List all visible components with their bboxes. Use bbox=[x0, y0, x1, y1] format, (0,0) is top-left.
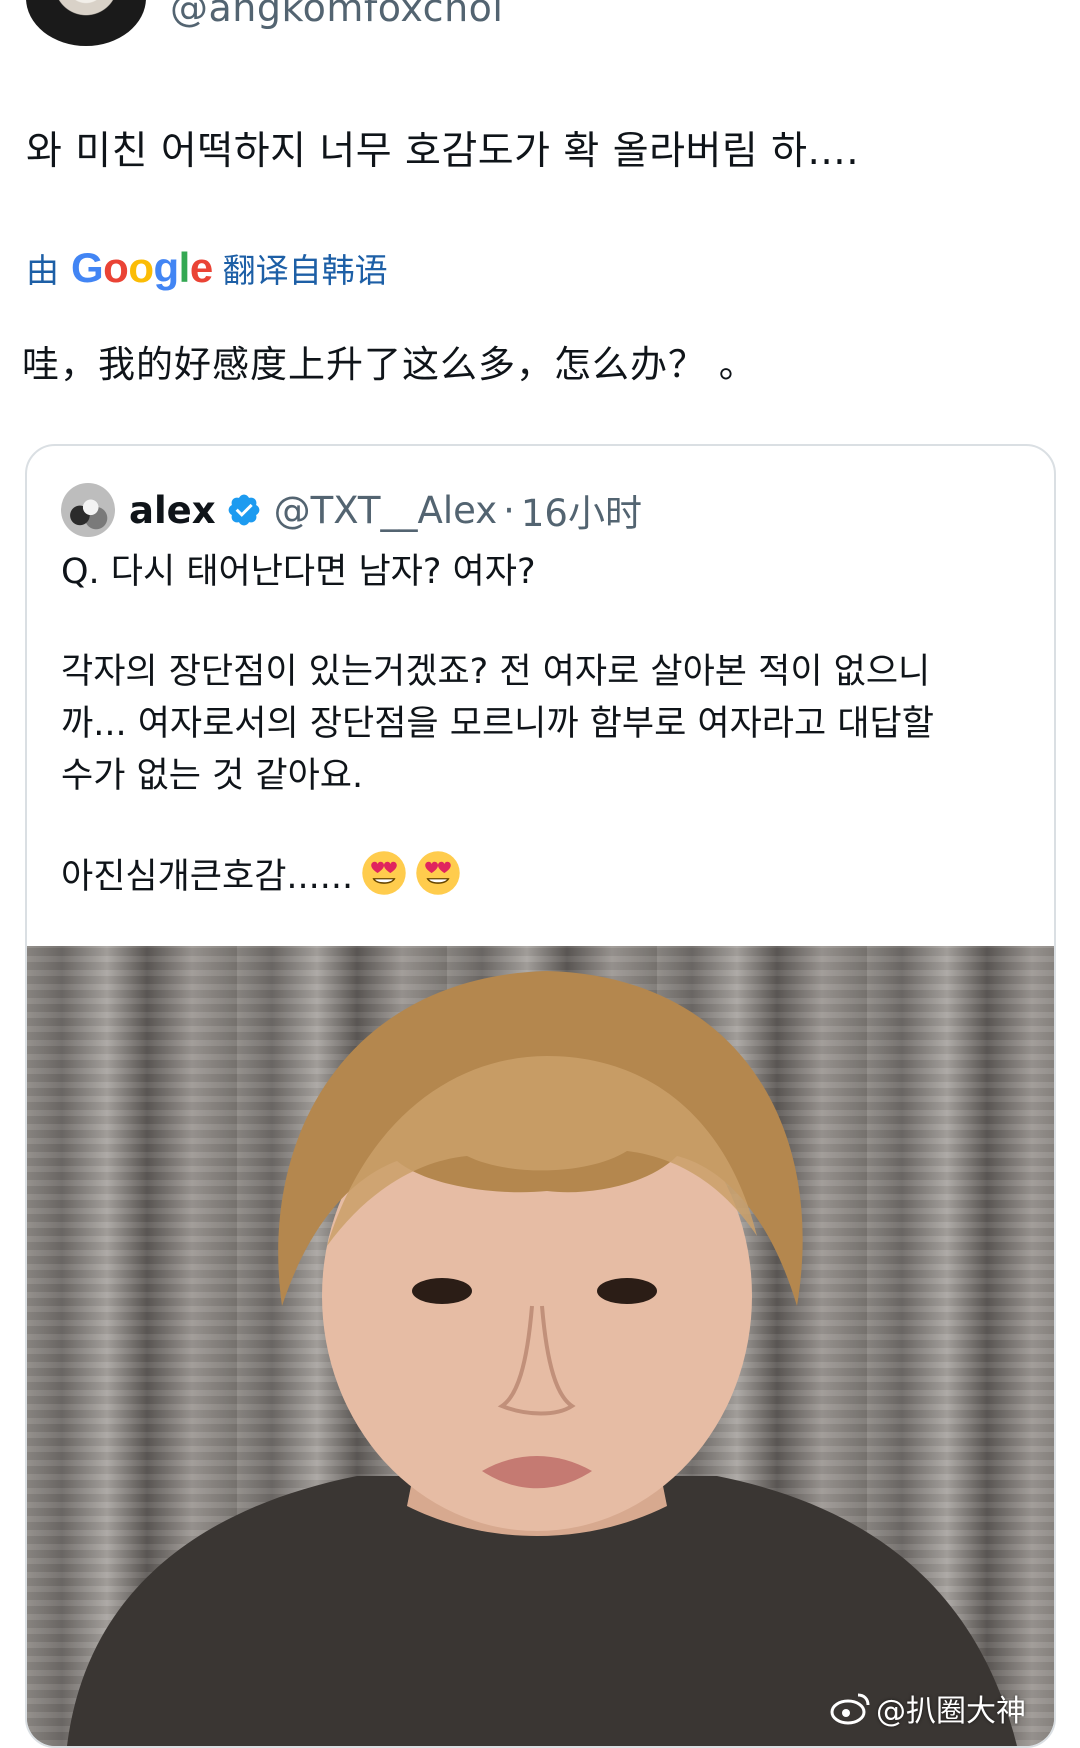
quoted-author-avatar[interactable] bbox=[61, 483, 115, 537]
verified-badge-icon bbox=[228, 494, 259, 526]
author-handle[interactable]: @angkomfoxchoi bbox=[170, 0, 503, 30]
quoted-line-ending: 아진심개큰호감...... bbox=[61, 850, 1021, 903]
quoted-author-handle[interactable]: @TXT__Alex bbox=[274, 489, 498, 532]
translated-text: 哇，我的好感度上升了这么多，怎么办？ 。 bbox=[22, 343, 757, 386]
heart-eyes-emoji-icon bbox=[362, 851, 406, 895]
google-logo: Google bbox=[71, 244, 213, 291]
person-photo-illustration bbox=[67, 971, 1017, 1746]
translation-attribution[interactable]: 由 Google 翻译自韩语 bbox=[26, 244, 388, 292]
separator-dot: · bbox=[503, 488, 515, 532]
translation-prefix: 由 bbox=[26, 251, 59, 290]
quoted-tweet-time[interactable]: 16小时 bbox=[521, 483, 642, 537]
tweet-text: 와 미친 어떡하지 너무 호감도가 확 올라버림 하.... bbox=[26, 129, 860, 174]
quoted-line-answer-3: 수가 없는 것 같아요. bbox=[61, 756, 364, 796]
quoted-tweet-card[interactable]: alex @TXT__Alex · 16小时 Q. 다시 태어난다면 남자? 여… bbox=[25, 444, 1056, 1748]
weibo-icon bbox=[830, 1693, 870, 1725]
translation-suffix: 翻译自韩语 bbox=[222, 251, 388, 290]
heart-eyes-emoji-icon bbox=[416, 851, 460, 895]
quoted-line-question: Q. 다시 태어난다면 남자? 여자? bbox=[61, 552, 536, 592]
quoted-tweet-photo[interactable]: @扒圈大神 bbox=[27, 946, 1054, 1746]
watermark: @扒圈大神 bbox=[830, 1686, 1026, 1730]
quoted-tweet-header: alex @TXT__Alex · 16小时 bbox=[61, 482, 642, 538]
author-row: @angkomfoxchoi bbox=[0, 0, 1080, 50]
quoted-line-answer-1: 각자의 장단점이 있는거겠죠? 전 여자로 살아본 적이 없으니 bbox=[61, 652, 931, 692]
quoted-tweet-body: Q. 다시 태어난다면 남자? 여자? 각자의 장단점이 있는거겠죠? 전 여자… bbox=[61, 546, 1021, 903]
quoted-author-name[interactable]: alex bbox=[129, 489, 216, 532]
watermark-text: @扒圈大神 bbox=[876, 1694, 1026, 1729]
quoted-line-answer-2: 까... 여자로서의 장단점을 모르니까 함부로 여자라고 대답할 bbox=[61, 704, 934, 744]
author-avatar[interactable] bbox=[26, 0, 146, 46]
quoted-line-ending-text: 아진심개큰호감...... bbox=[61, 857, 354, 897]
